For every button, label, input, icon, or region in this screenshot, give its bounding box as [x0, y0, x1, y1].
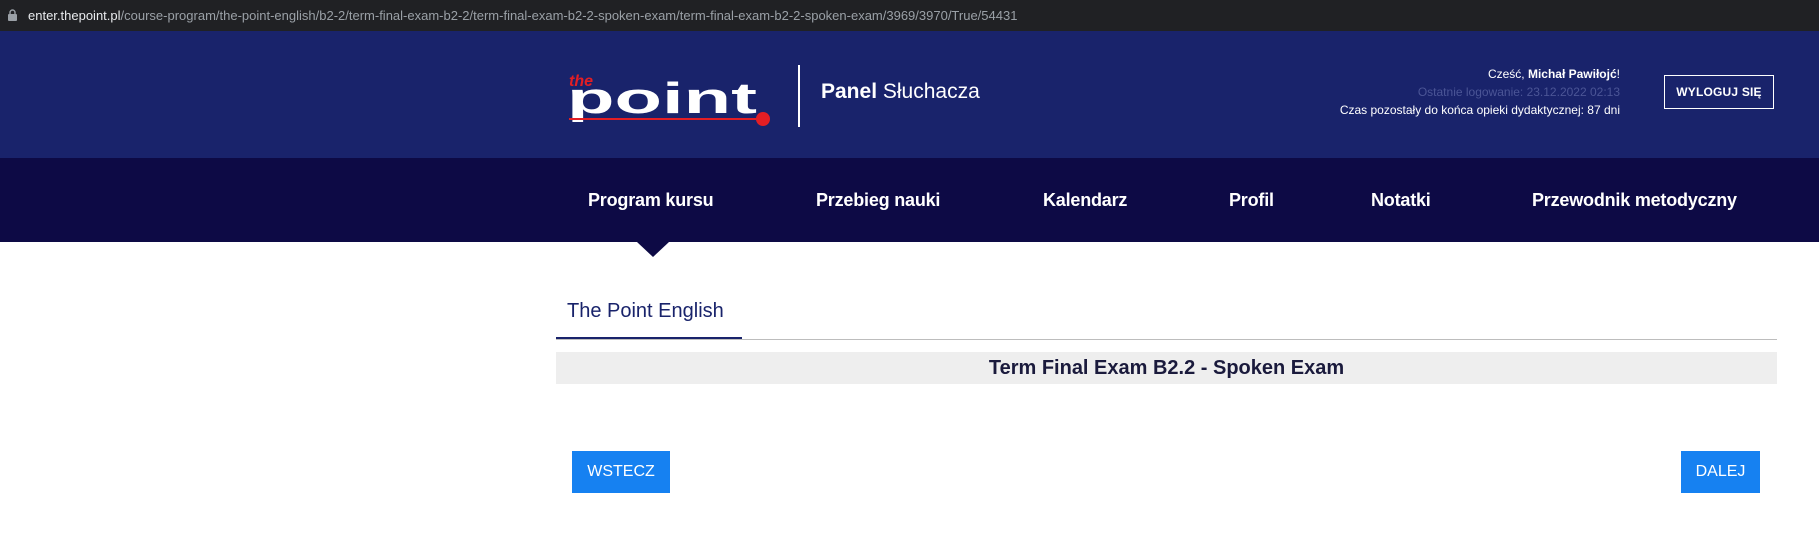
logo-main-text: point — [567, 74, 758, 123]
url-text[interactable]: enter.thepoint.pl/course-program/the-poi… — [28, 0, 1017, 31]
the-point-logo[interactable]: the point — [567, 71, 773, 127]
greeting-prefix: Cześć, — [1487, 67, 1528, 81]
main-nav: Program kursu Przebieg nauki Kalendarz P… — [0, 158, 1819, 242]
greeting-line: Cześć, Michał Pawiłojć! — [1340, 65, 1620, 83]
nav-item-notatki[interactable]: Notatki — [1371, 158, 1431, 242]
nav-item-przewodnik-metodyczny[interactable]: Przewodnik metodyczny — [1532, 158, 1737, 242]
active-nav-pointer — [637, 242, 669, 257]
url-domain: enter.thepoint.pl — [28, 8, 121, 23]
panel-title-bold: Panel — [821, 80, 878, 103]
tab-the-point-english[interactable]: The Point English — [556, 295, 742, 339]
panel-title: Panel Słuchacza — [821, 80, 980, 104]
tab-divider — [556, 339, 1777, 340]
lock-icon — [8, 9, 17, 21]
nav-item-profil[interactable]: Profil — [1229, 158, 1274, 242]
nav-item-przebieg-nauki[interactable]: Przebieg nauki — [816, 158, 940, 242]
user-name: Michał Pawiłojć — [1527, 67, 1617, 81]
browser-address-bar[interactable]: enter.thepoint.pl/course-program/the-poi… — [0, 0, 1819, 31]
next-button[interactable]: DALEJ — [1681, 451, 1760, 493]
user-greeting: Cześć, Michał Pawiłojć! Ostatnie logowan… — [1340, 65, 1620, 119]
panel-title-rest: Słuchacza — [877, 80, 980, 103]
logout-button[interactable]: WYLOGUJ SIĘ — [1664, 75, 1774, 109]
greeting-suffix: ! — [1616, 67, 1620, 81]
nav-item-program-kursu[interactable]: Program kursu — [588, 158, 714, 242]
site-header: the point Panel Słuchacza Cześć, Michał … — [0, 31, 1819, 158]
logo-divider — [798, 65, 800, 127]
url-path: /course-program/the-point-english/b2-2/t… — [120, 8, 1018, 23]
nav-item-kalendarz[interactable]: Kalendarz — [1043, 158, 1127, 242]
remaining-time-text: Czas pozostały do końca opieki dydaktycz… — [1339, 103, 1620, 117]
exam-title: Term Final Exam B2.2 - Spoken Exam — [556, 352, 1777, 384]
back-button[interactable]: WSTECZ — [572, 451, 670, 493]
last-login-text: Ostatnie logowanie: 23.12.2022 02:13 — [1417, 85, 1620, 99]
